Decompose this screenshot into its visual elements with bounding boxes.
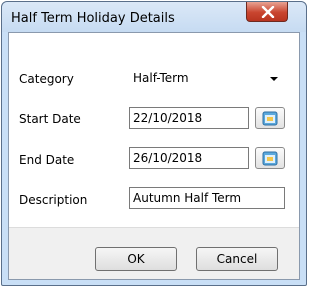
start-date-value: 22/10/2018 — [133, 111, 203, 125]
form-panel: Category Half-Term Start Date 22/10/2018… — [9, 33, 299, 228]
start-date-input[interactable]: 22/10/2018 — [129, 107, 249, 129]
category-dropdown[interactable]: Half-Term — [129, 67, 285, 89]
title-bar[interactable]: Half Term Holiday Details — [2, 2, 306, 32]
end-date-label: End Date — [19, 153, 75, 167]
dialog-title: Half Term Holiday Details — [11, 11, 175, 26]
chevron-down-icon — [270, 77, 278, 81]
close-icon — [261, 6, 275, 18]
calendar-icon — [262, 111, 278, 126]
category-value: Half-Term — [133, 71, 189, 85]
end-date-calendar-button[interactable] — [255, 147, 285, 169]
dialog-body: Category Half-Term Start Date 22/10/2018… — [8, 32, 300, 280]
cancel-button[interactable]: Cancel — [196, 247, 278, 271]
calendar-icon — [262, 151, 278, 166]
description-label: Description — [19, 193, 88, 207]
ok-button[interactable]: OK — [95, 247, 177, 271]
end-date-input[interactable]: 26/10/2018 — [129, 147, 249, 169]
start-date-label: Start Date — [19, 112, 81, 126]
dialog-window: Half Term Holiday Details Category Half-… — [1, 1, 307, 286]
end-date-value: 26/10/2018 — [133, 151, 203, 165]
close-button[interactable] — [246, 2, 288, 22]
description-value: Autumn Half Term — [133, 191, 242, 205]
category-label: Category — [19, 72, 74, 86]
start-date-calendar-button[interactable] — [255, 107, 285, 129]
description-input[interactable]: Autumn Half Term — [129, 187, 285, 209]
